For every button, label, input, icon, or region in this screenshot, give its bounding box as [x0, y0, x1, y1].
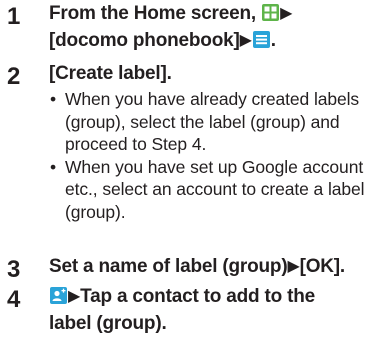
apps-grid-icon — [261, 3, 280, 29]
step-title: [docomo phonebook]▶ . — [49, 29, 379, 56]
arrow-icon: ▶ — [239, 32, 252, 49]
step-title: [Create label]. — [49, 63, 172, 84]
bullet-list: • When you have already created labels (g… — [49, 88, 379, 223]
step-number: 2 — [7, 63, 21, 90]
step-title: ▶Tap a contact to add to the — [49, 285, 379, 312]
add-contact-icon — [49, 286, 68, 312]
arrow-icon: ▶ — [280, 5, 293, 22]
step-number: 1 — [7, 3, 21, 30]
step-number: 4 — [7, 286, 21, 313]
step-title-text: Tap a contact to add to the — [80, 286, 316, 307]
bullet-text: When you have set up Google account etc.… — [65, 156, 365, 222]
list-item: • When you have already created labels (g… — [49, 88, 379, 156]
bullet-icon: • — [50, 89, 57, 109]
menu-icon — [252, 30, 271, 56]
step-title: Set a name of label (group)▶[OK]. — [49, 255, 379, 280]
step-body: From the Home screen, ▶ [docomo phoneboo… — [49, 2, 379, 56]
arrow-icon: ▶ — [68, 288, 81, 305]
step-title-text: [OK]. — [299, 256, 346, 277]
step-body: [Create label]. • When you have already c… — [49, 62, 379, 223]
list-item: • When you have set up Google account etc… — [49, 156, 379, 224]
step-title-text: . — [270, 30, 276, 51]
step-number: 3 — [7, 256, 21, 283]
step-title-text: Set a name of label (group) — [49, 256, 288, 277]
step-title-text: [docomo phonebook] — [49, 30, 240, 51]
bullet-text: When you have already created labels (gr… — [65, 89, 360, 154]
arrow-icon: ▶ — [287, 258, 300, 275]
step-body: ▶Tap a contact to add to the label (grou… — [49, 285, 379, 336]
step-title-text: From the Home screen, — [49, 3, 262, 24]
step-body: Set a name of label (group)▶[OK]. — [49, 255, 379, 280]
step-title: From the Home screen, ▶ — [49, 2, 379, 29]
bullet-icon: • — [50, 156, 57, 177]
step-title: label (group). — [49, 313, 167, 334]
